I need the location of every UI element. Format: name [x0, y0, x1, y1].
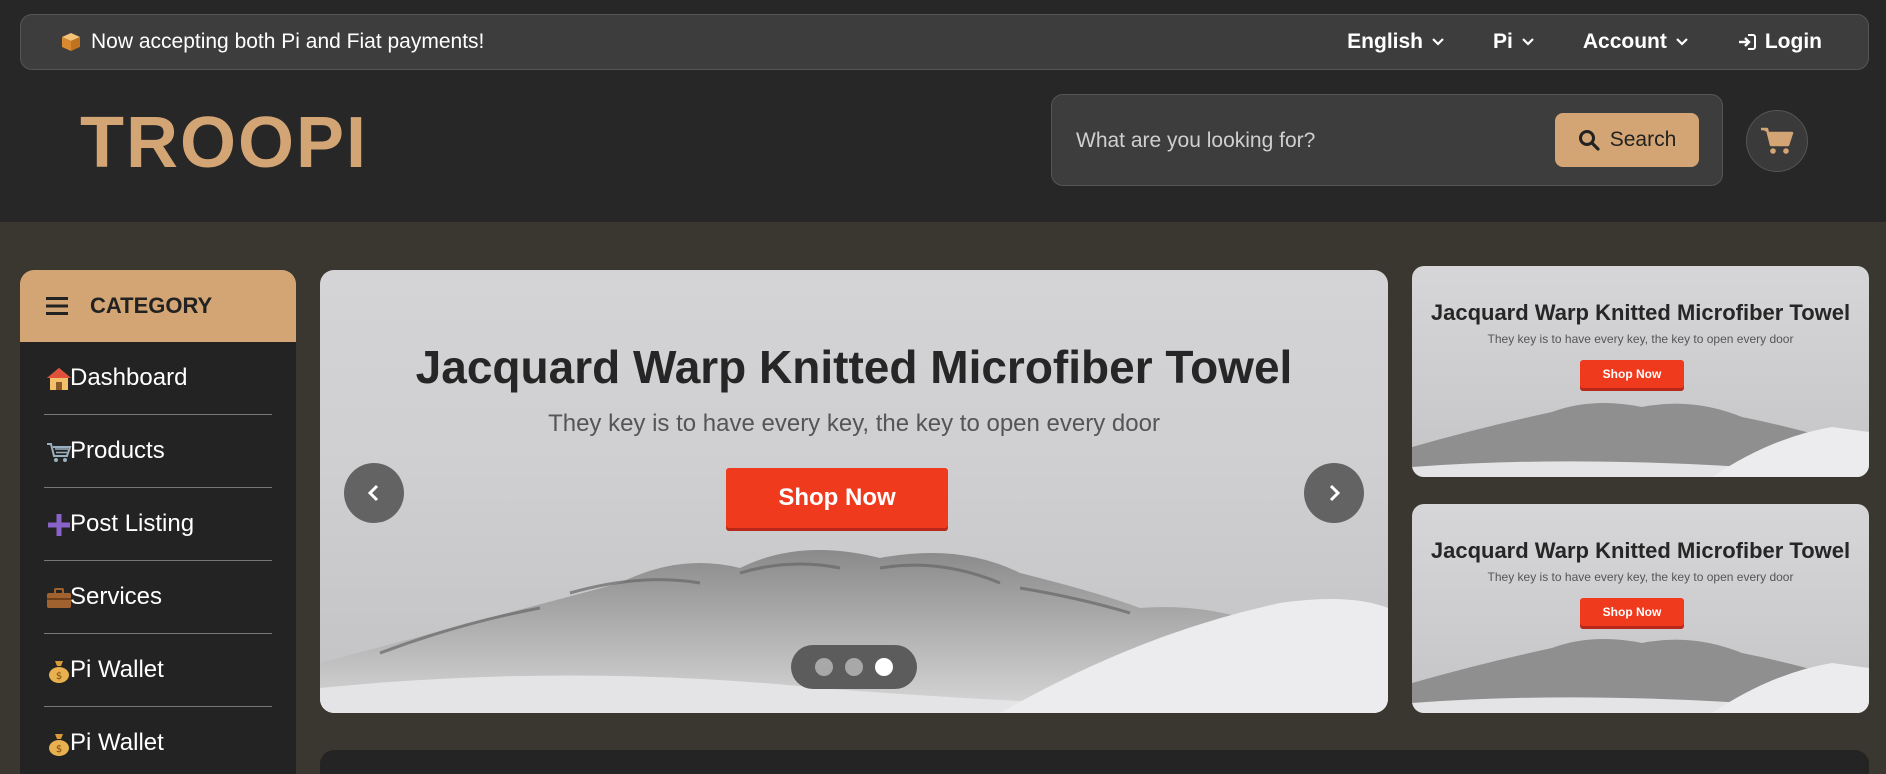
sidebar-item-label: Services [70, 583, 163, 610]
package-icon [62, 33, 80, 51]
content-panel [320, 750, 1869, 774]
side-banner-subtitle: They key is to have every key, the key t… [1487, 570, 1794, 584]
carousel-prev-button[interactable] [344, 463, 404, 523]
chevron-right-icon [1329, 484, 1341, 502]
category-sidebar: CATEGORY Dashboard Products Post Listing [20, 270, 296, 774]
search-bar: Search [1051, 94, 1723, 186]
login-link[interactable]: Login [1737, 30, 1822, 54]
hamburger-icon [46, 297, 68, 315]
sidebar-item-pi-wallet[interactable]: $ Pi Wallet [44, 707, 272, 774]
side-banner[interactable]: Jacquard Warp Knitted Microfiber Towel T… [1412, 266, 1869, 477]
login-icon [1738, 34, 1756, 50]
house-icon [47, 368, 71, 390]
sidebar-item-label: Post Listing [70, 510, 195, 537]
chevron-down-icon [1432, 38, 1444, 46]
shop-now-button[interactable]: Shop Now [726, 468, 948, 528]
carousel-indicators [791, 645, 917, 689]
cart-button[interactable] [1746, 110, 1808, 172]
announcement: Now accepting both Pi and Fiat payments! [61, 15, 484, 69]
sidebar-item-services[interactable]: Services [44, 561, 272, 634]
money-bag-icon: $ [49, 661, 69, 683]
carousel-dot[interactable] [815, 658, 833, 676]
side-banner-shop-button[interactable]: Shop Now [1580, 598, 1684, 626]
category-header[interactable]: CATEGORY [20, 270, 296, 342]
sidebar-item-label: Pi Wallet [70, 729, 164, 756]
towel-image [1412, 403, 1869, 477]
svg-text:$: $ [56, 671, 62, 682]
banner-title: Jacquard Warp Knitted Microfiber Towel [415, 341, 1293, 393]
top-nav: English Pi Account Login [1347, 15, 1868, 69]
login-label: Login [1764, 30, 1822, 53]
carousel-dot-active[interactable] [875, 658, 893, 676]
plus-icon [48, 514, 70, 536]
chevron-down-icon [1676, 38, 1688, 46]
carousel-dot[interactable] [845, 658, 863, 676]
currency-label: Pi [1493, 30, 1513, 53]
svg-text:$: $ [56, 744, 62, 755]
announcement-text: Now accepting both Pi and Fiat payments! [91, 30, 485, 53]
towel-image [1412, 639, 1869, 713]
search-button[interactable]: Search [1555, 113, 1699, 167]
account-dropdown[interactable]: Account [1583, 30, 1689, 54]
cart-icon [47, 443, 72, 462]
sidebar-item-label: Products [70, 437, 165, 464]
money-bag-icon: $ [49, 734, 69, 756]
top-bar: Now accepting both Pi and Fiat payments!… [20, 14, 1869, 70]
site-logo[interactable]: TROOPI [80, 102, 368, 184]
side-banner-subtitle: They key is to have every key, the key t… [1487, 332, 1794, 346]
sidebar-item-dashboard[interactable]: Dashboard [44, 342, 272, 415]
chevron-down-icon [1522, 38, 1534, 46]
language-label: English [1347, 30, 1423, 53]
banner-subtitle: They key is to have every key, the key t… [548, 410, 1160, 437]
sidebar-item-label: Pi Wallet [70, 656, 164, 683]
search-button-label: Search [1609, 128, 1677, 151]
sidebar-item-post-listing[interactable]: Post Listing [44, 488, 272, 561]
currency-dropdown[interactable]: Pi [1493, 30, 1535, 54]
sidebar-item-products[interactable]: Products [44, 415, 272, 488]
side-banner-shop-button[interactable]: Shop Now [1580, 360, 1684, 388]
side-banner-title: Jacquard Warp Knitted Microfiber Towel [1430, 538, 1851, 563]
chevron-left-icon [367, 484, 379, 502]
search-icon [1578, 130, 1600, 151]
briefcase-icon [47, 588, 71, 608]
side-banner-title: Jacquard Warp Knitted Microfiber Towel [1430, 300, 1851, 325]
carousel-next-button[interactable] [1304, 463, 1364, 523]
hero-carousel: Jacquard Warp Knitted Microfiber Towel T… [320, 270, 1388, 713]
search-input[interactable] [1076, 121, 1536, 161]
shopping-cart-icon [1761, 127, 1794, 154]
language-dropdown[interactable]: English [1347, 30, 1445, 54]
sidebar-item-label: Dashboard [70, 364, 188, 391]
account-label: Account [1582, 30, 1667, 53]
side-banner[interactable]: Jacquard Warp Knitted Microfiber Towel T… [1412, 504, 1869, 713]
category-title: CATEGORY [90, 293, 213, 318]
sidebar-item-pi-wallet[interactable]: $ Pi Wallet [44, 634, 272, 707]
